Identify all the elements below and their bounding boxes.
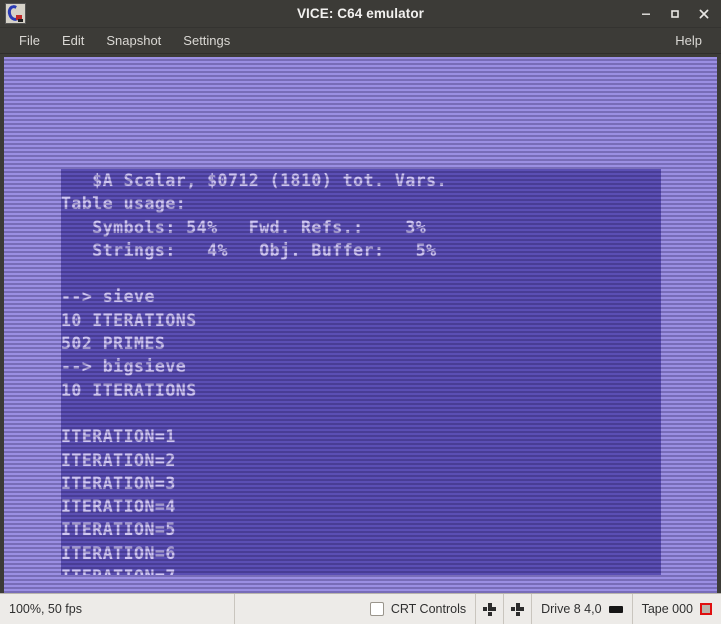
c64-text-line: --> sieve [61, 287, 155, 307]
vice-emulator-window: VICE: C64 emulator File Edit Snapshot Se… [0, 0, 721, 624]
menu-item-settings[interactable]: Settings [172, 30, 241, 51]
c64-text-line: ITERATION=7 [61, 565, 447, 575]
joystick-icon [483, 602, 497, 616]
c64-text-line: $A Scalar, $0712 (1810) tot. Vars. [61, 171, 448, 190]
c64-text-line: ITERATION=6 [61, 543, 176, 563]
crt-controls-label: CRT Controls [390, 602, 467, 616]
c64-text-line: Symbols: 54% Fwd. Refs.: 3% [61, 217, 427, 237]
statusbar: 100%, 50 fps CRT Controls Drive 8 4,0 Ta… [0, 593, 721, 624]
c64-text-line [61, 262, 447, 285]
c64-text-line: Strings: 4% Obj. Buffer: 5% [61, 240, 437, 260]
vice-c64-icon [5, 3, 26, 24]
menu-item-help[interactable]: Help [664, 30, 713, 51]
crt-controls-checkbox[interactable] [369, 602, 384, 616]
c64-text-line: ITERATION=4 [61, 497, 176, 517]
c64-text-line: 10 ITERATIONS [61, 310, 197, 330]
c64-text-line: 502 PRIMES [61, 334, 166, 354]
status-message-area [235, 594, 361, 624]
tape-status[interactable]: Tape 000 [633, 594, 721, 624]
c64-text-line: --> bigsieve [61, 357, 187, 377]
drive-label: Drive 8 4,0 [541, 602, 602, 616]
tape-led-icon [700, 603, 712, 615]
c64-text-output: $A Scalar, $0712 (1810) tot. Vars. Table … [61, 169, 447, 575]
window-title: VICE: C64 emulator [296, 6, 425, 21]
c64-text-line: ITERATION=1 [61, 427, 176, 447]
menubar: File Edit Snapshot Settings Help [0, 28, 721, 54]
joystick-icon [511, 602, 525, 616]
c64-text-line: 10 ITERATIONS [61, 380, 197, 400]
maximize-icon[interactable] [662, 2, 688, 26]
menu-item-edit[interactable]: Edit [51, 30, 95, 51]
c64-screen-inner: $A Scalar, $0712 (1810) tot. Vars. Table … [61, 169, 661, 575]
c64-text-line: ITERATION=5 [61, 520, 176, 540]
joystick-port1-button[interactable] [476, 594, 505, 624]
close-icon[interactable] [691, 2, 717, 26]
c64-text-line: Table usage: [61, 194, 187, 214]
c64-text-line [61, 402, 447, 425]
window-controls [633, 0, 717, 27]
drive-led-icon [608, 605, 623, 613]
c64-text-line: ITERATION=3 [61, 473, 176, 493]
titlebar: VICE: C64 emulator [0, 0, 721, 28]
tape-label: Tape 000 [641, 602, 693, 616]
c64-text-line: ITERATION=2 [61, 450, 176, 470]
status-performance: 100%, 50 fps [0, 594, 235, 624]
c64-display[interactable]: $A Scalar, $0712 (1810) tot. Vars. Table … [4, 57, 717, 593]
menu-item-snapshot[interactable]: Snapshot [95, 30, 172, 51]
minimize-icon[interactable] [633, 2, 659, 26]
emulator-canvas-area: $A Scalar, $0712 (1810) tot. Vars. Table … [0, 54, 721, 593]
menu-item-file[interactable]: File [8, 30, 51, 51]
crt-controls-toggle[interactable]: CRT Controls [361, 594, 477, 624]
drive-status[interactable]: Drive 8 4,0 [532, 594, 633, 624]
joystick-port2-button[interactable] [504, 594, 533, 624]
